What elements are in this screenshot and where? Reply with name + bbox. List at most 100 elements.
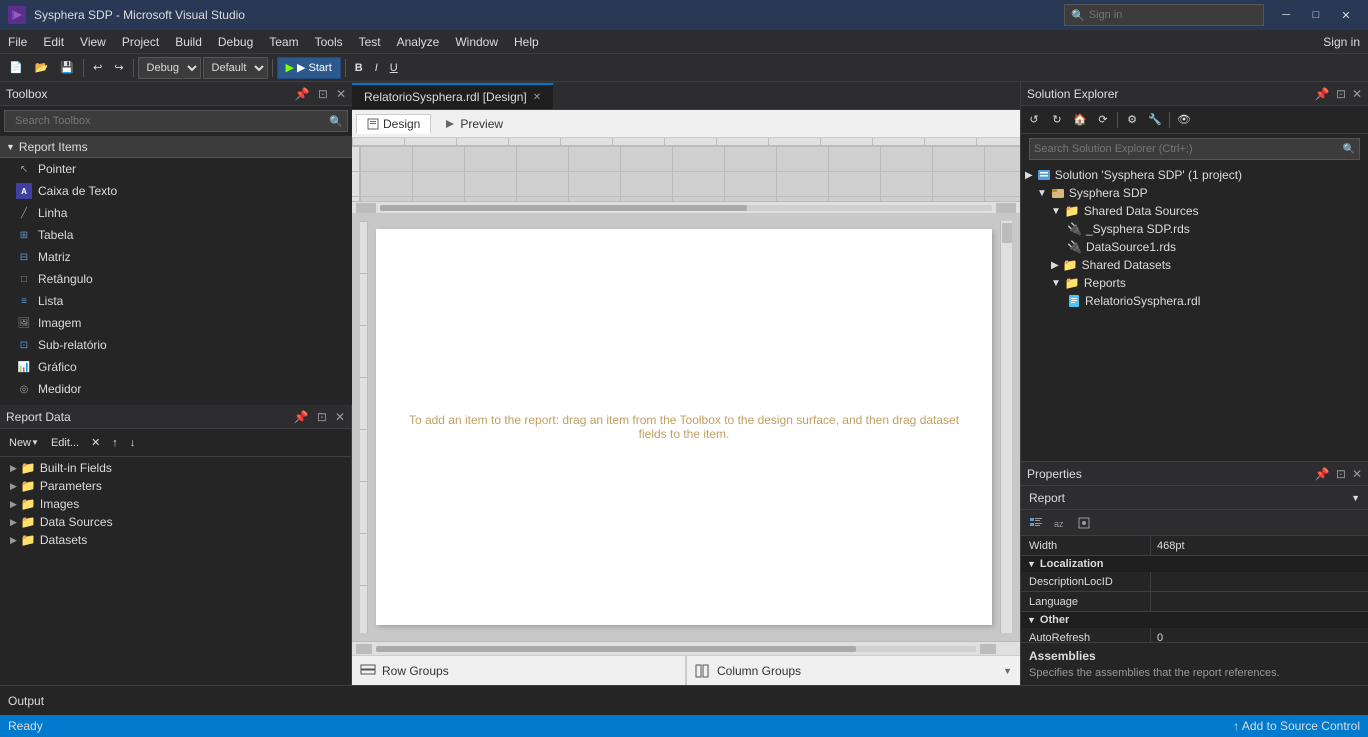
redo-button[interactable]: ↪ <box>109 57 128 79</box>
se-item-solution[interactable]: ▶ Solution 'Sysphera SDP' (1 project) <box>1023 166 1366 184</box>
prop-value-width[interactable]: 468pt <box>1151 536 1368 555</box>
design-grid-top[interactable] <box>360 146 1020 201</box>
se-settings-btn[interactable]: ⚙ <box>1121 110 1143 130</box>
prop-value-language[interactable] <box>1151 592 1368 611</box>
source-control-link[interactable]: ↑ Add to Source Control <box>1233 719 1360 733</box>
menu-analyze[interactable]: Analyze <box>389 30 448 53</box>
toolbox-item-rectangle[interactable]: □ Retângulo <box>0 268 352 290</box>
tree-item-parameters[interactable]: ▶ 📁 Parameters <box>2 477 349 495</box>
se-item-shared-datasets[interactable]: ▶ 📁 Shared Datasets <box>1023 256 1366 274</box>
menu-test[interactable]: Test <box>351 30 389 53</box>
menu-debug[interactable]: Debug <box>210 30 261 53</box>
tab-preview-mode[interactable]: Preview <box>433 114 514 134</box>
rd-close-icon[interactable]: ✕ <box>335 410 345 424</box>
se-close-icon[interactable]: ✕ <box>1352 87 1362 101</box>
toolbox-item-image[interactable]: 🖼 Imagem <box>0 312 352 334</box>
tree-item-datasets[interactable]: ▶ 📁 Datasets <box>2 531 349 549</box>
tab-close-icon[interactable]: ✕ <box>533 92 541 103</box>
se-item-report-rdl[interactable]: RelatorioSysphera.rdl <box>1023 292 1366 310</box>
menu-team[interactable]: Team <box>261 30 306 53</box>
config-dropdown[interactable]: Debug <box>138 57 201 79</box>
se-float-icon[interactable]: ⊡ <box>1336 87 1346 101</box>
quick-launch-input[interactable] <box>1089 9 1257 21</box>
toolbox-item-list[interactable]: ≡ Lista <box>0 290 352 312</box>
prop-section-localization[interactable]: ▼ Localization <box>1021 556 1368 572</box>
italic-button[interactable]: I <box>370 57 383 79</box>
menu-build[interactable]: Build <box>167 30 210 53</box>
se-tools-btn[interactable]: 🔧 <box>1144 110 1166 130</box>
quick-launch[interactable]: 🔍 <box>1064 4 1264 26</box>
props-categorized-btn[interactable] <box>1025 513 1047 533</box>
toolbox-pin-icon[interactable]: 📌 <box>295 87 310 101</box>
props-alpha-btn[interactable]: az <box>1049 513 1071 533</box>
toolbox-item-textbox[interactable]: A Caixa de Texto <box>0 180 352 202</box>
new-button[interactable]: 📄 <box>4 57 28 79</box>
col-groups-expand[interactable]: ▼ <box>1003 666 1012 676</box>
se-search-input[interactable] <box>1034 143 1343 155</box>
tab-design[interactable]: RelatorioSysphera.rdl [Design] ✕ <box>352 83 554 109</box>
horizontal-scrollbar-top[interactable] <box>352 201 1020 213</box>
toolbox-float-icon[interactable]: ⊡ <box>318 87 328 101</box>
menu-file[interactable]: File <box>0 30 35 53</box>
props-object-selector[interactable]: Report ▼ <box>1021 486 1368 510</box>
menu-view[interactable]: View <box>72 30 114 53</box>
tree-item-datasources[interactable]: ▶ 📁 Data Sources <box>2 513 349 531</box>
platform-dropdown[interactable]: Default <box>203 57 268 79</box>
start-button[interactable]: ▶ ▶ Start <box>277 57 341 79</box>
open-button[interactable]: 📂 <box>30 57 54 79</box>
horizontal-scrollbar-bottom[interactable] <box>352 641 1020 655</box>
toolbox-item-table[interactable]: ⊞ Tabela <box>0 224 352 246</box>
undo-button[interactable]: ↩ <box>88 57 107 79</box>
props-close-icon[interactable]: ✕ <box>1352 467 1362 481</box>
toolbox-search-input[interactable] <box>9 110 329 132</box>
rd-up-button[interactable]: ↑ <box>107 433 123 453</box>
rd-delete-button[interactable]: ✕ <box>86 433 105 453</box>
rd-down-button[interactable]: ↓ <box>125 433 141 453</box>
prop-value-autorefresh[interactable]: 0 <box>1151 628 1368 642</box>
prop-value-desc-loc[interactable] <box>1151 572 1368 591</box>
toolbox-item-subreport[interactable]: ⊡ Sub-relatório <box>0 334 352 356</box>
menu-window[interactable]: Window <box>447 30 506 53</box>
se-item-sysphera-rds[interactable]: 🔌 _Sysphera SDP.rds <box>1023 220 1366 238</box>
toolbox-section-report-items[interactable]: ▼ Report Items <box>0 137 352 158</box>
menu-edit[interactable]: Edit <box>35 30 72 53</box>
minimize-button[interactable]: ─ <box>1272 5 1300 25</box>
se-item-project[interactable]: ▼ Sysphera SDP <box>1023 184 1366 202</box>
report-canvas[interactable]: To add an item to the report: drag an it… <box>376 229 992 625</box>
props-page-btn[interactable] <box>1073 513 1095 533</box>
save-button[interactable]: 💾 <box>55 57 79 79</box>
sign-in-link[interactable]: Sign in <box>1315 30 1368 53</box>
props-pin-icon[interactable]: 📌 <box>1315 467 1330 481</box>
toolbox-item-line[interactable]: ╱ Linha <box>0 202 352 224</box>
se-preview-btn[interactable]: 👁 <box>1173 110 1195 130</box>
se-item-reports[interactable]: ▼ 📁 Reports <box>1023 274 1366 292</box>
menu-project[interactable]: Project <box>114 30 167 53</box>
rd-pin-icon[interactable]: 📌 <box>294 410 309 424</box>
menu-tools[interactable]: Tools <box>307 30 351 53</box>
se-pin-icon[interactable]: 📌 <box>1315 87 1330 101</box>
tab-design-mode[interactable]: Design <box>356 114 431 134</box>
se-item-datasource1[interactable]: 🔌 DataSource1.rds <box>1023 238 1366 256</box>
underline-button[interactable]: U <box>385 57 403 79</box>
maximize-button[interactable]: □ <box>1302 5 1330 25</box>
props-float-icon[interactable]: ⊡ <box>1336 467 1346 481</box>
prop-section-other[interactable]: ▼ Other <box>1021 612 1368 628</box>
bold-button[interactable]: B <box>350 57 368 79</box>
toolbox-item-gauge[interactable]: ◎ Medidor <box>0 378 352 400</box>
tree-item-builtin[interactable]: ▶ 📁 Built-in Fields <box>2 459 349 477</box>
rd-new-button[interactable]: New ▼ <box>4 433 44 453</box>
se-home-btn[interactable]: 🏠 <box>1069 110 1091 130</box>
se-back-btn[interactable]: ↺ <box>1023 110 1045 130</box>
rd-float-icon[interactable]: ⊡ <box>317 410 327 424</box>
toolbox-close-icon[interactable]: ✕ <box>336 87 346 101</box>
close-button[interactable]: ✕ <box>1332 5 1360 25</box>
rd-edit-button[interactable]: Edit... <box>46 433 84 453</box>
vertical-scrollbar[interactable] <box>1000 221 1012 633</box>
toolbox-item-matrix[interactable]: ⊟ Matriz <box>0 246 352 268</box>
se-forward-btn[interactable]: ↻ <box>1046 110 1068 130</box>
se-item-shared-ds[interactable]: ▼ 📁 Shared Data Sources <box>1023 202 1366 220</box>
toolbox-item-pointer[interactable]: ↖ Pointer <box>0 158 352 180</box>
se-refresh-btn[interactable]: ⟳ <box>1092 110 1114 130</box>
tree-item-images[interactable]: ▶ 📁 Images <box>2 495 349 513</box>
toolbox-item-chart[interactable]: 📊 Gráfico <box>0 356 352 378</box>
